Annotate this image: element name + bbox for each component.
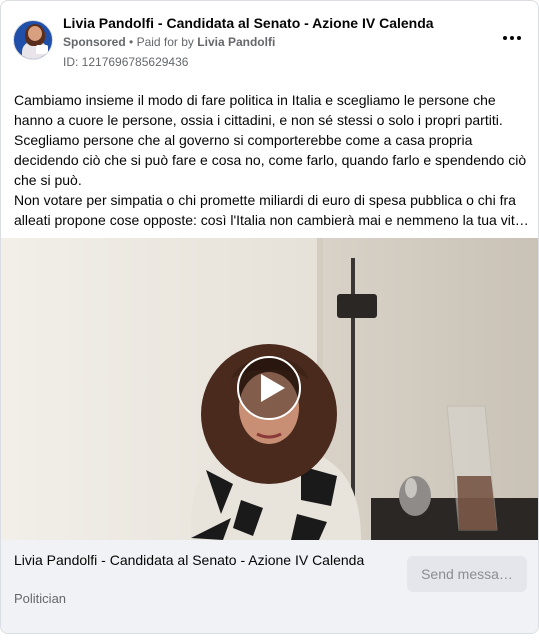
footer-page-title[interactable]: Livia Pandolfi - Candidata al Senato - A… (14, 550, 384, 570)
payer-name: Livia Pandolfi (197, 35, 276, 49)
ad-text-line: Non votare per simpatia o chi promette m… (14, 192, 516, 208)
video-thumbnail (1, 238, 538, 540)
avatar-figure-face (28, 26, 42, 41)
ad-header: Livia Pandolfi - Candidata al Senato - A… (13, 15, 528, 71)
avatar[interactable] (13, 20, 53, 60)
send-message-button[interactable]: Send messa… (407, 556, 527, 592)
sponsored-label: Sponsored (63, 35, 126, 49)
ad-text-line: che si può. (14, 172, 82, 188)
ad-id: ID: 1217696785629436 (63, 55, 189, 69)
avatar-party-badge (36, 45, 48, 54)
more-options-button[interactable] (500, 29, 524, 49)
ad-card: Livia Pandolfi - Candidata al Senato - A… (0, 0, 539, 634)
video-player[interactable] (1, 238, 538, 540)
sponsored-line: Sponsored • Paid for by Livia Pandolfi (63, 35, 275, 49)
ad-text-line: Scegliamo persone che al governo si comp… (14, 132, 473, 148)
ad-text-line: alleati propone cose opposte: così l'Ita… (14, 212, 529, 228)
more-horizontal-icon (503, 36, 521, 40)
page-name[interactable]: Livia Pandolfi - Candidata al Senato - A… (63, 15, 434, 31)
ad-text-line: hanno a cuore le persone, ossia i cittad… (14, 112, 503, 128)
ad-text-line: decidendo ciò che si può fare e cosa no,… (14, 152, 527, 168)
ad-body-text: Cambiamo insieme il modo di fare politic… (14, 90, 529, 230)
paid-for-label: Paid for by (136, 35, 194, 49)
ad-text-line: Cambiamo insieme il modo di fare politic… (14, 92, 496, 108)
ad-footer: Livia Pandolfi - Candidata al Senato - A… (1, 540, 538, 633)
separator-dot: • (129, 35, 134, 49)
page-category: Politician (14, 591, 67, 606)
